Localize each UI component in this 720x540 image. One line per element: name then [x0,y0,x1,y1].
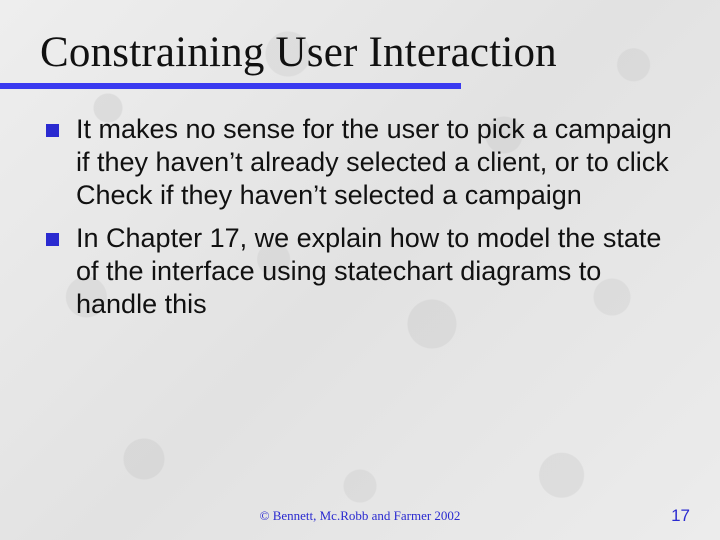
square-bullet-icon [46,233,59,246]
bullet-list: It makes no sense for the user to pick a… [40,113,680,321]
bullet-item: It makes no sense for the user to pick a… [46,113,680,212]
bullet-text: It makes no sense for the user to pick a… [76,114,672,210]
copyright-footer: © Bennett, Mc.Robb and Farmer 2002 [0,508,720,524]
title-underline [0,83,461,89]
bullet-text: In Chapter 17, we explain how to model t… [76,223,661,319]
page-number: 17 [671,506,690,526]
bullet-item: In Chapter 17, we explain how to model t… [46,222,680,321]
slide-title: Constraining User Interaction [40,28,680,77]
slide: Constraining User Interaction It makes n… [0,0,720,540]
square-bullet-icon [46,124,59,137]
